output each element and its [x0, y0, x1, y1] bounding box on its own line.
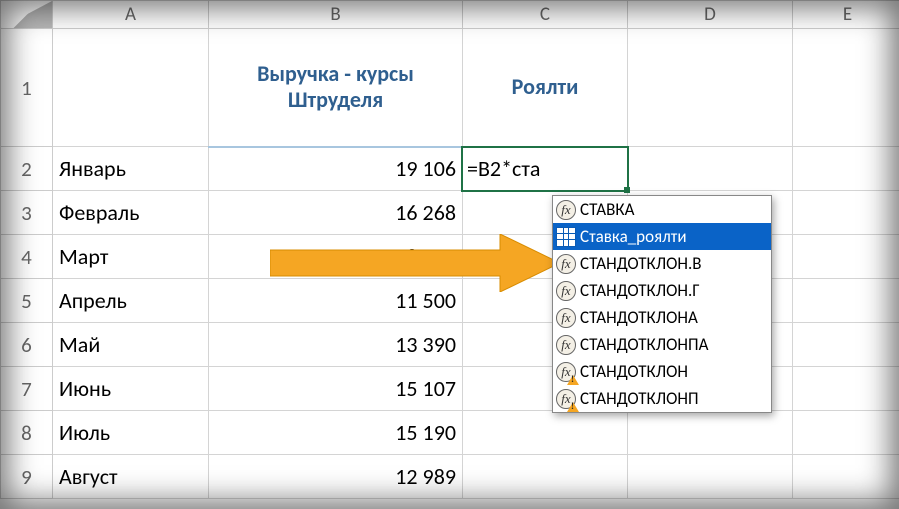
autocomplete-item[interactable]: fxСТАНДОТКЛОНА — [553, 304, 771, 331]
cell-C2-active[interactable]: =B2*ста — [463, 147, 628, 191]
row-header-9[interactable]: 9 — [1, 455, 53, 499]
formula-autocomplete[interactable]: fxСТАВКАСтавка_роялтиfxСТАНДОТКЛОН.ВfxСТ… — [552, 195, 772, 413]
cell-A1[interactable] — [53, 29, 209, 147]
function-icon: fx — [556, 308, 576, 328]
cell-B5[interactable]: 11 500 — [209, 279, 463, 323]
cell-E7[interactable] — [793, 367, 899, 411]
named-range-icon — [556, 227, 576, 247]
autocomplete-item[interactable]: fxСТАНДОТКЛОН.Г — [553, 277, 771, 304]
cell-B2[interactable]: 19 106 — [209, 147, 463, 191]
autocomplete-item[interactable]: Ставка_роялти — [553, 223, 771, 250]
cell-B4[interactable]: 18 134 — [209, 235, 463, 279]
cell-D8[interactable] — [628, 411, 793, 455]
autocomplete-item-label: СТАНДОТКЛОНА — [580, 307, 698, 328]
cell-A4[interactable]: Март — [53, 235, 209, 279]
cell-E1[interactable] — [793, 29, 899, 147]
cell-D9[interactable] — [628, 455, 793, 499]
autocomplete-item[interactable]: fxСТАНДОТКЛОНПА — [553, 331, 771, 358]
select-all-corner[interactable] — [1, 1, 53, 29]
cell-E5[interactable] — [793, 279, 899, 323]
row-header-2[interactable]: 2 — [1, 147, 53, 191]
cell-B3[interactable]: 16 268 — [209, 191, 463, 235]
row-header-3[interactable]: 3 — [1, 191, 53, 235]
cell-B7[interactable]: 15 107 — [209, 367, 463, 411]
col-header-E[interactable]: E — [793, 1, 899, 29]
col-header-D[interactable]: D — [628, 1, 793, 29]
cell-A9[interactable]: Август — [53, 455, 209, 499]
row-header-4[interactable]: 4 — [1, 235, 53, 279]
autocomplete-item-label: Ставка_роялти — [580, 226, 687, 247]
cell-A8[interactable]: Июль — [53, 411, 209, 455]
autocomplete-item-label: СТАВКА — [580, 199, 634, 220]
autocomplete-item-label: СТАНДОТКЛОНП — [580, 388, 699, 409]
cell-A7[interactable]: Июнь — [53, 367, 209, 411]
function-icon: fx — [556, 254, 576, 274]
cell-E3[interactable] — [793, 191, 899, 235]
row-header-8[interactable]: 8 — [1, 411, 53, 455]
cell-B6[interactable]: 13 390 — [209, 323, 463, 367]
function-icon: fx — [556, 389, 576, 409]
cell-C9[interactable] — [463, 455, 628, 499]
autocomplete-item-label: СТАНДОТКЛОНПА — [580, 334, 708, 355]
autocomplete-item[interactable]: fxСТАВКА — [553, 196, 771, 223]
cell-D2[interactable] — [628, 147, 793, 191]
cell-B1[interactable]: Выручка - курсы Штруделя — [209, 29, 463, 147]
autocomplete-item[interactable]: fxСТАНДОТКЛОН.В — [553, 250, 771, 277]
cell-A3[interactable]: Февраль — [53, 191, 209, 235]
autocomplete-item-label: СТАНДОТКЛОН.Г — [580, 280, 700, 301]
formula-edit-box[interactable]: =B2*ста — [461, 146, 629, 193]
row-header-5[interactable]: 5 — [1, 279, 53, 323]
cell-D1[interactable] — [628, 29, 793, 147]
autocomplete-item[interactable]: fxСТАНДОТКЛОН — [553, 358, 771, 385]
autocomplete-item-label: СТАНДОТКЛОН.В — [580, 253, 702, 274]
col-header-C[interactable]: C — [463, 1, 628, 29]
warning-icon — [567, 375, 579, 385]
cell-A5[interactable]: Апрель — [53, 279, 209, 323]
cell-E6[interactable] — [793, 323, 899, 367]
cell-E4[interactable] — [793, 235, 899, 279]
cell-E8[interactable] — [793, 411, 899, 455]
autocomplete-item[interactable]: fxСТАНДОТКЛОНП — [553, 385, 771, 412]
autocomplete-item-label: СТАНДОТКЛОН — [580, 361, 688, 382]
row-header-7[interactable]: 7 — [1, 367, 53, 411]
col-header-A[interactable]: A — [53, 1, 209, 29]
cell-E2[interactable] — [793, 147, 899, 191]
cell-E9[interactable] — [793, 455, 899, 499]
row-header-1[interactable]: 1 — [1, 29, 53, 147]
cell-A2[interactable]: Январь — [53, 147, 209, 191]
row-header-6[interactable]: 6 — [1, 323, 53, 367]
cell-C8[interactable] — [463, 411, 628, 455]
function-icon: fx — [556, 200, 576, 220]
warning-icon — [567, 402, 579, 412]
cell-C1[interactable]: Роялти — [463, 29, 628, 147]
col-header-B[interactable]: B — [209, 1, 463, 29]
function-icon: fx — [556, 281, 576, 301]
cell-A6[interactable]: Май — [53, 323, 209, 367]
function-icon: fx — [556, 362, 576, 382]
cell-B9[interactable]: 12 989 — [209, 455, 463, 499]
cell-B8[interactable]: 15 190 — [209, 411, 463, 455]
function-icon: fx — [556, 335, 576, 355]
